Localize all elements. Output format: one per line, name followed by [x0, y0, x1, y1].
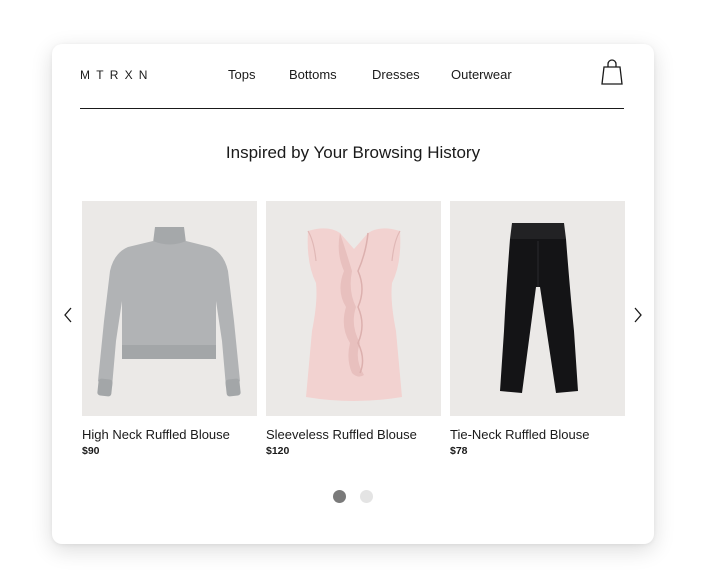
carousel-pagination	[52, 490, 654, 504]
nav-item-bottoms[interactable]: Bottoms	[289, 67, 337, 82]
product-name[interactable]: High Neck Ruffled Blouse	[82, 427, 257, 442]
product-image[interactable]	[266, 201, 441, 416]
product-card[interactable]: Tie-Neck Ruffled Blouse $78	[450, 201, 625, 457]
black-trousers-image	[450, 201, 625, 416]
product-image[interactable]	[450, 201, 625, 416]
product-price: $90	[82, 445, 100, 457]
pagination-dot-active[interactable]	[333, 490, 346, 503]
product-name[interactable]: Tie-Neck Ruffled Blouse	[450, 427, 625, 442]
section-title: Inspired by Your Browsing History	[225, 143, 481, 162]
product-name[interactable]: Sleeveless Ruffled Blouse	[266, 427, 441, 442]
product-price: $120	[266, 445, 290, 457]
pink-ruffle-top-image	[266, 201, 441, 416]
product-image[interactable]	[82, 201, 257, 416]
recommendation-card: MTRXN Tops Bottoms Dresses Outerwear Ins…	[52, 44, 654, 544]
product-card[interactable]: Sleeveless Ruffled Blouse $120	[266, 201, 441, 457]
chevron-left-icon[interactable]	[62, 306, 74, 324]
pagination-dot[interactable]	[360, 490, 373, 503]
nav-item-tops[interactable]: Tops	[228, 67, 255, 82]
nav-item-dresses[interactable]: Dresses	[372, 67, 420, 82]
site-header: MTRXN Tops Bottoms Dresses Outerwear	[80, 44, 624, 109]
chevron-right-icon[interactable]	[632, 306, 644, 324]
shopping-bag-icon[interactable]	[601, 58, 623, 86]
nav-item-outerwear[interactable]: Outerwear	[451, 67, 512, 82]
product-card[interactable]: High Neck Ruffled Blouse $90	[82, 201, 257, 457]
product-price: $78	[450, 445, 468, 457]
gray-sweater-image	[82, 201, 257, 416]
main-nav: Tops Bottoms Dresses Outerwear	[80, 67, 624, 85]
